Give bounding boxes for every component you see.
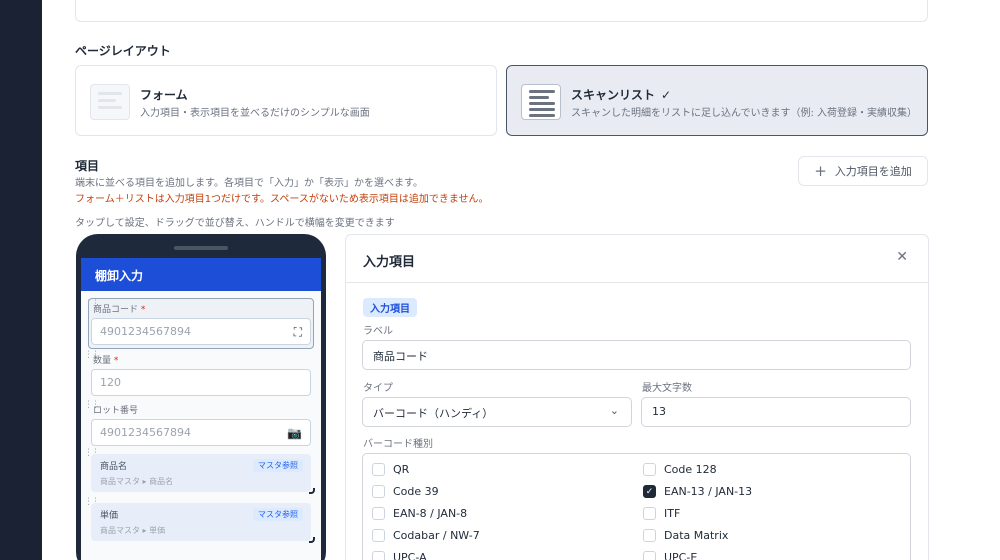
layout-option-name: スキャンリスト xyxy=(571,88,656,102)
phone-field-label: ロット番号 xyxy=(93,406,139,416)
form-layout-icon xyxy=(90,84,130,120)
phone-field-lot-number[interactable]: ロット番号 4901234567894 📷 xyxy=(91,403,311,446)
barcode-option-datamatrix[interactable]: Data Matrix xyxy=(643,529,728,542)
add-input-item-button[interactable]: + 入力項目を追加 xyxy=(798,156,928,186)
layout-option-name-wrap: スキャンリスト ✓ xyxy=(571,86,671,103)
checkbox[interactable] xyxy=(372,485,385,498)
plus-icon: + xyxy=(814,162,827,180)
resize-handle-icon[interactable] xyxy=(309,537,315,543)
barcode-option-ean8[interactable]: EAN-8 / JAN-8 xyxy=(372,507,467,520)
checkbox[interactable] xyxy=(643,551,656,560)
phone-field-input[interactable]: 4901234567894 📷 xyxy=(91,419,311,446)
close-icon[interactable]: ✕ xyxy=(896,249,908,265)
layout-option-desc: スキャンした明細をリストに足し込んでいきます（例: 入荷登録・実績収集） xyxy=(571,108,918,119)
phone-preview: 棚卸入力 ⋮⋮ 商品コード * 4901234567894 ⛶ ⋮⋮ 数量 * … xyxy=(76,234,326,560)
phone-screen: 棚卸入力 ⋮⋮ 商品コード * 4901234567894 ⛶ ⋮⋮ 数量 * … xyxy=(81,258,321,560)
phone-speaker xyxy=(174,246,228,250)
checkbox[interactable] xyxy=(372,463,385,476)
page-layout-title: ページレイアウト xyxy=(75,44,171,58)
phone-field-quantity[interactable]: 数量 * 120 xyxy=(91,353,311,396)
left-sidebar xyxy=(0,0,42,560)
item-type-badge: 入力項目 xyxy=(363,298,417,317)
items-title: 項目 xyxy=(75,159,100,173)
layout-option-scan-list[interactable]: スキャンリスト ✓ スキャンした明細をリストに足し込んでいきます（例: 入荷登録・… xyxy=(506,65,928,136)
checkbox[interactable] xyxy=(372,507,385,520)
master-ref-badge: マスタ参照 xyxy=(253,508,303,521)
checkbox[interactable] xyxy=(643,507,656,520)
checkbox[interactable] xyxy=(372,529,385,542)
layout-option-form[interactable]: フォーム 入力項目・表示項目を並べるだけのシンプルな画面 xyxy=(75,65,497,136)
barcode-option-code128[interactable]: Code 128 xyxy=(643,463,717,476)
item-settings-panel: 入力項目 ✕ 入力項目 ラベル 商品コード タイプ バーコード（ハンディ） ⌄ … xyxy=(345,234,929,560)
master-ref-badge: マスタ参照 xyxy=(253,459,303,472)
list-layout-icon xyxy=(521,84,561,120)
barcode-option-itf[interactable]: ITF xyxy=(643,507,680,520)
barcode-option-ean13[interactable]: ✓ EAN-13 / JAN-13 xyxy=(643,485,752,498)
barcode-type-list: QR Code 128 Code 39 ✓ EAN-13 / JAN-13 EAN… xyxy=(362,453,911,560)
phone-field-label: 商品コード * xyxy=(93,305,146,315)
type-field-label: タイプ xyxy=(363,383,393,394)
layout-option-desc: 入力項目・表示項目を並べるだけのシンプルな画面 xyxy=(140,108,370,119)
resize-handle-icon[interactable] xyxy=(309,488,315,494)
type-select-value: バーコード（ハンディ） xyxy=(373,407,494,420)
phone-display-unit-price[interactable]: 単価 商品マスタ ▸ 単価 マスタ参照 xyxy=(91,503,315,543)
main-content: ページレイアウト フォーム 入力項目・表示項目を並べるだけのシンプルな画面 スキ… xyxy=(42,0,1000,560)
max-length-field-label: 最大文字数 xyxy=(642,383,692,394)
type-select[interactable]: バーコード（ハンディ） ⌄ xyxy=(362,397,632,427)
add-input-item-label: 入力項目を追加 xyxy=(834,165,912,178)
phone-field-input[interactable]: 120 xyxy=(91,369,311,396)
max-length-input[interactable]: 13 xyxy=(641,397,911,427)
checkbox[interactable] xyxy=(372,551,385,560)
panel-title: 入力項目 xyxy=(363,255,416,270)
items-description: 端末に並べる項目を追加します。各項目で「入力」か「表示」かを選べます。 xyxy=(75,178,423,189)
panel-header: 入力項目 ✕ xyxy=(346,235,928,283)
barcode-type-label: バーコード種別 xyxy=(363,439,433,450)
phone-field-label: 数量 * xyxy=(93,356,119,366)
barcode-option-qr[interactable]: QR xyxy=(372,463,409,476)
display-field-source: 商品マスタ ▸ 商品名 xyxy=(100,477,174,486)
checkbox-checked-icon[interactable]: ✓ xyxy=(643,485,656,498)
check-icon: ✓ xyxy=(661,88,672,102)
items-hint: タップして設定、ドラッグで並び替え、ハンドルで横幅を変更できます xyxy=(75,218,395,229)
checkbox[interactable] xyxy=(643,463,656,476)
barcode-option-codabar[interactable]: Codabar / NW-7 xyxy=(372,529,480,542)
camera-icon[interactable]: 📷 xyxy=(287,426,302,440)
checkbox[interactable] xyxy=(643,529,656,542)
phone-field-product-code[interactable]: 商品コード * 4901234567894 ⛶ xyxy=(91,302,311,345)
top-card xyxy=(75,0,928,22)
barcode-option-upca[interactable]: UPC-A xyxy=(372,551,427,560)
layout-option-name: フォーム xyxy=(140,88,188,102)
scan-icon[interactable]: ⛶ xyxy=(294,325,302,340)
phone-display-product-name[interactable]: 商品名 商品マスタ ▸ 商品名 マスタ参照 xyxy=(91,454,315,494)
label-field-label: ラベル xyxy=(363,326,393,337)
label-input[interactable]: 商品コード xyxy=(362,340,911,370)
items-warning: フォーム＋リストは入力項目1つだけです。スペースがないため表示項目は追加できませ… xyxy=(75,194,489,205)
barcode-option-code39[interactable]: Code 39 xyxy=(372,485,439,498)
display-field-source: 商品マスタ ▸ 単価 xyxy=(100,526,166,535)
phone-field-input[interactable]: 4901234567894 ⛶ xyxy=(91,318,311,345)
barcode-option-upce[interactable]: UPC-E xyxy=(643,551,697,560)
chevron-down-icon: ⌄ xyxy=(609,404,619,417)
phone-screen-title: 棚卸入力 xyxy=(81,258,321,291)
